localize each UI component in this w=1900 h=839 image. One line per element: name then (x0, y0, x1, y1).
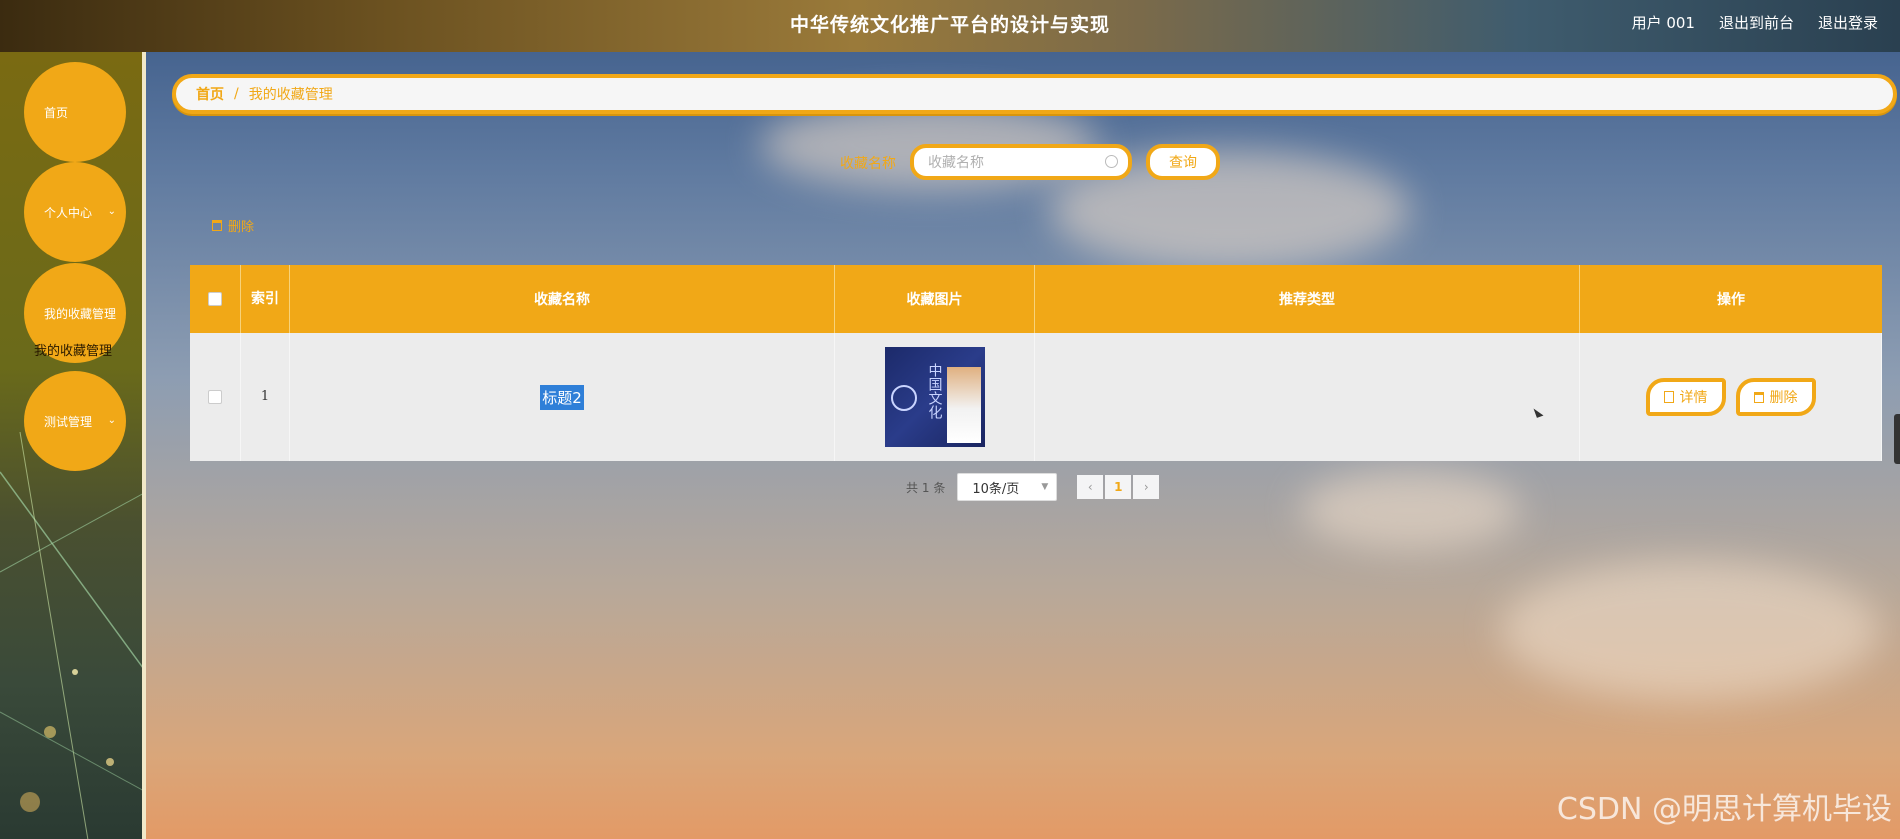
app-title: 中华传统文化推广平台的设计与实现 (789, 14, 1110, 36)
watermark: CSDN @明思计算机毕设 (1556, 792, 1892, 827)
detail-button[interactable]: 详情 (1645, 378, 1726, 416)
chevron-down-icon: ⌄ (107, 415, 116, 426)
prev-page-button[interactable]: ‹ (1077, 475, 1104, 499)
trash-icon (212, 220, 222, 231)
thumbnail-text: 中国文化 (926, 363, 943, 419)
next-page-button[interactable]: › (1133, 475, 1160, 499)
header-index: 索引 (241, 265, 290, 333)
top-header: 中华传统文化推广平台的设计与实现 用户 001 退出到前台 退出登录 (0, 0, 1900, 52)
row-checkbox[interactable] (208, 390, 222, 404)
search-icon (1105, 155, 1118, 168)
row-name-cell: 标题2 (290, 333, 835, 461)
back-to-front-link[interactable]: 退出到前台 (1719, 12, 1794, 33)
table-header: 索引 收藏名称 收藏图片 推荐类型 操作 (190, 265, 1882, 333)
breadcrumb-home[interactable]: 首页 (196, 84, 224, 104)
sidebar: 首页 个人中心 ⌄ 我的收藏管理 我的收藏管理 测试管理 ⌄ (0, 52, 146, 839)
delete-label: 删除 (1769, 390, 1798, 406)
favorite-thumbnail[interactable]: 中国文化 (884, 347, 985, 447)
sidebar-item-home[interactable]: 首页 (24, 62, 126, 162)
search-label: 收藏名称 (840, 156, 896, 172)
header-image: 收藏图片 (835, 265, 1035, 333)
row-actions: 详情 删除 (1580, 333, 1882, 461)
search-placeholder: 收藏名称 (928, 155, 984, 171)
header-actions: 用户 001 退出到前台 退出登录 (1632, 12, 1878, 33)
circuit-decoration (0, 432, 142, 839)
total-suffix: 条 (933, 480, 946, 495)
chevron-down-icon: ⌄ (107, 206, 116, 217)
total-value: 1 (921, 480, 930, 495)
breadcrumb: 首页 / 我的收藏管理 (172, 74, 1897, 114)
sidebar-item-label: 个人中心 (44, 205, 93, 220)
sidebar-item-personal-center[interactable]: 个人中心 ⌄ (24, 162, 126, 262)
cloud-decoration (1500, 560, 1880, 700)
sidebar-item-label: 测试管理 (44, 414, 93, 429)
page-buttons: ‹ 1 › (1077, 475, 1160, 499)
sidebar-item-label: 首页 (44, 105, 69, 120)
row-image-cell: 中国文化 (835, 333, 1035, 461)
select-all-checkbox[interactable] (208, 292, 222, 306)
row-select[interactable] (190, 333, 241, 461)
header-name: 收藏名称 (290, 265, 835, 333)
side-tab-handle[interactable] (1894, 414, 1900, 464)
sidebar-item-label: 我的收藏管理 (44, 306, 117, 321)
search-button[interactable]: 查询 (1146, 144, 1220, 180)
header-actions: 操作 (1717, 292, 1745, 308)
pagination: 共 1 条 10条/页 ▼ ‹ 1 › (906, 473, 1160, 501)
thumbnail-figure (946, 367, 981, 443)
header-select-all[interactable] (190, 265, 241, 333)
bulk-delete-button[interactable]: 删除 (212, 216, 254, 235)
logout-link[interactable]: 退出登录 (1818, 12, 1878, 33)
table-row: 1 标题2 中国文化 详情 删除 (190, 333, 1882, 461)
header-type: 推荐类型 (1035, 265, 1580, 333)
bulk-delete-label: 删除 (228, 220, 255, 235)
delete-button[interactable]: 删除 (1735, 378, 1816, 416)
sidebar-subitem-favorites[interactable]: 我的收藏管理 (34, 340, 112, 359)
row-type (1035, 333, 1580, 461)
total-prefix: 共 (906, 480, 919, 495)
cloud-decoration (1300, 470, 1520, 550)
page-number-button[interactable]: 1 (1105, 475, 1132, 499)
thumbnail-ornament (890, 385, 917, 411)
page-size-value: 10条/页 (972, 481, 1020, 497)
favorites-table: 索引 收藏名称 收藏图片 推荐类型 操作 1 标题2 中国文化 详情 删除 (190, 265, 1882, 461)
detail-label: 详情 (1679, 390, 1708, 406)
document-icon (1663, 391, 1674, 403)
sidebar-item-tests[interactable]: 测试管理 ⌄ (24, 371, 126, 471)
current-user: 用户 001 (1631, 14, 1695, 32)
breadcrumb-separator: / (234, 86, 239, 102)
search-input[interactable]: 收藏名称 (910, 144, 1132, 180)
total-count: 共 1 条 (906, 479, 945, 496)
page-size-select[interactable]: 10条/页 ▼ (957, 473, 1058, 501)
row-index: 1 (241, 333, 290, 461)
trash-icon (1753, 391, 1764, 403)
row-name: 标题2 (540, 384, 584, 410)
breadcrumb-current: 我的收藏管理 (248, 87, 333, 103)
chevron-down-icon: ▼ (1041, 482, 1049, 492)
